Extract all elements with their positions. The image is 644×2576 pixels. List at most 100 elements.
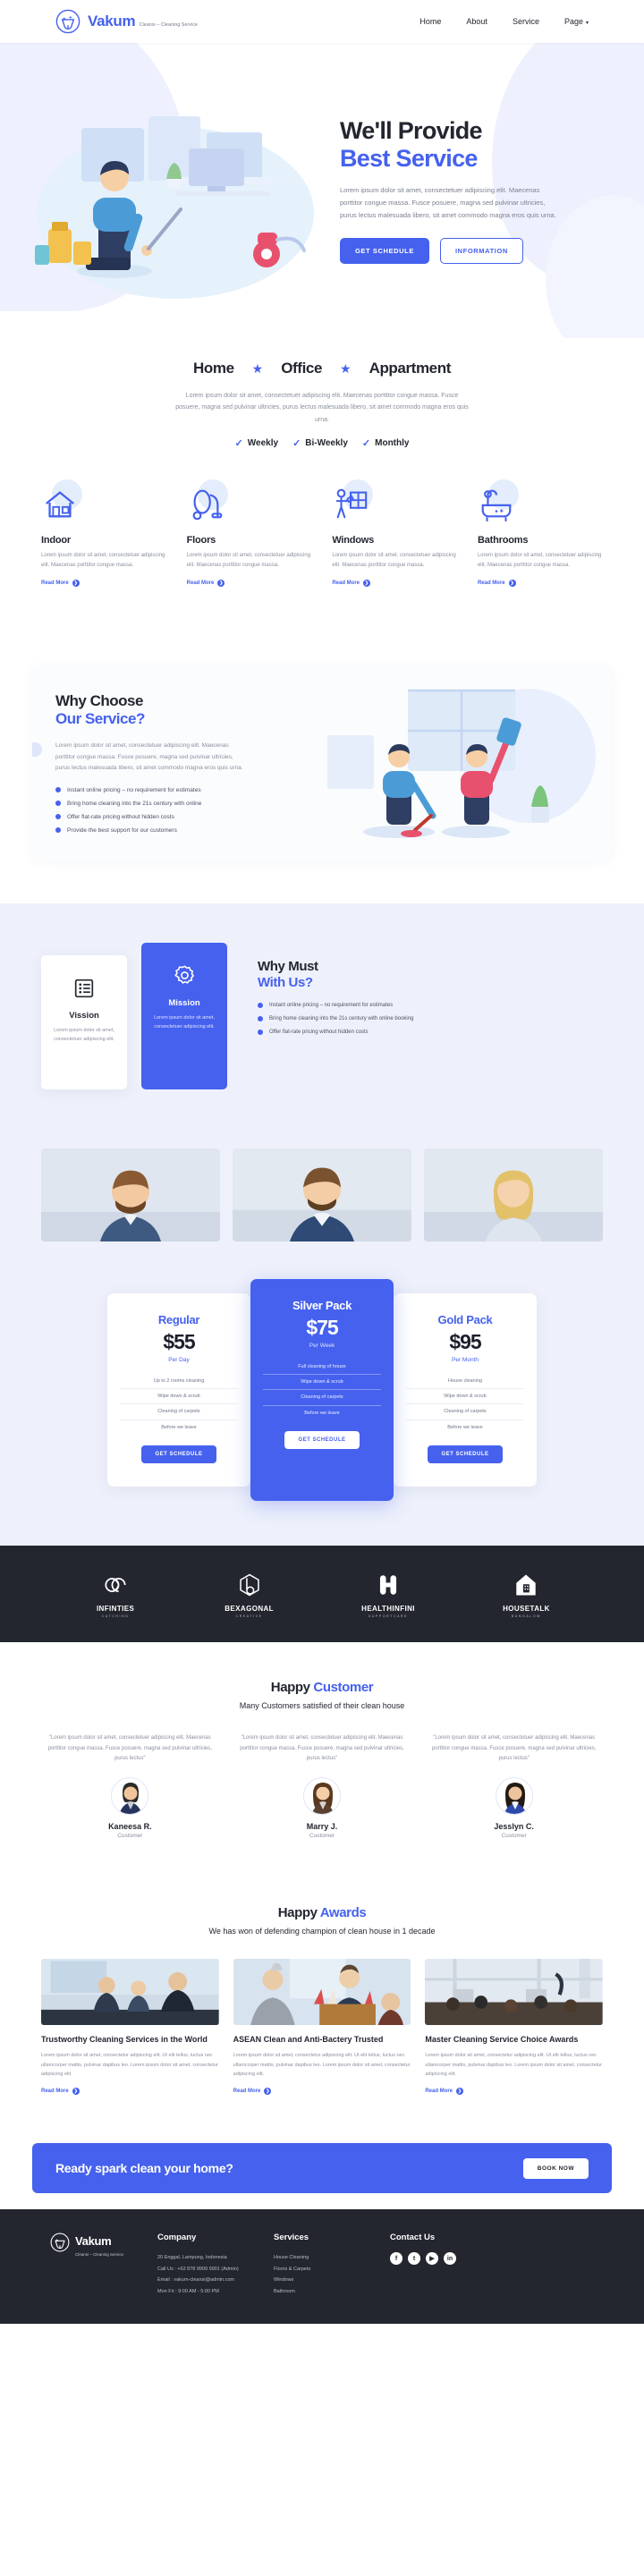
frequency-monthly[interactable]: ✓ Monthly	[362, 437, 410, 449]
plan-feature: Cleaning of carpets	[120, 1404, 238, 1420]
service-card-desc: Lorem ipsum dolor sit amet, consectetuer…	[477, 552, 602, 568]
plan-period: Per Month	[452, 1356, 479, 1363]
footer-service-link[interactable]: House Cleaning	[274, 2252, 390, 2263]
read-more-label: Read More	[477, 580, 505, 587]
pricing-card-gold[interactable]: Gold Pack $95 Per Month House cleaning W…	[394, 1292, 537, 1487]
brand-logo[interactable]: Vakum Cleansi – Cleaning Service	[55, 9, 198, 34]
tab-office[interactable]: Office	[281, 360, 322, 377]
read-more-label: Read More	[186, 580, 215, 587]
plan-schedule-button[interactable]: GET SCHEDULE	[428, 1445, 503, 1463]
vakum-logo-icon	[50, 2233, 70, 2257]
read-more-link[interactable]: Read More ❯	[41, 580, 166, 588]
main-navigation: Home About Service Page ▾	[419, 17, 589, 26]
service-card-desc: Lorem ipsum dolor sit amet, consectetuer…	[332, 552, 456, 568]
plan-schedule-button[interactable]: GET SCHEDULE	[141, 1445, 216, 1463]
arrow-right-icon: ❯	[363, 580, 370, 588]
mission-card[interactable]: Mission Lorem ipsum dolor sit amet, cons…	[141, 942, 227, 1089]
partner-subtitle: CATCHING	[101, 1614, 130, 1618]
get-schedule-button[interactable]: GET SCHEDULE	[340, 237, 429, 264]
tab-appartment[interactable]: Appartment	[369, 360, 452, 377]
tab-home[interactable]: Home	[193, 360, 234, 377]
bullet-icon	[55, 827, 61, 834]
twitter-icon[interactable]: t	[408, 2252, 420, 2266]
gear-icon	[150, 964, 218, 987]
plan-schedule-button[interactable]: GET SCHEDULE	[284, 1430, 360, 1449]
vision-mission-section: Vission Lorem ipsum dolor sit amet, cons…	[0, 902, 644, 1122]
read-more-link[interactable]: Read More ❯	[41, 2088, 219, 2096]
bullet-icon	[55, 814, 61, 820]
site-header: Vakum Cleansi – Cleaning Service Home Ab…	[0, 0, 644, 43]
award-card[interactable]: Trustworthy Cleaning Services in the Wor…	[41, 1958, 219, 2096]
why-choose-point-text: Bring home cleaning into the 21s century…	[67, 800, 202, 807]
frequency-biweekly-label: Bi-Weekly	[305, 437, 348, 448]
plan-feature: Full cleaning of house	[263, 1360, 381, 1376]
read-more-label: Read More	[425, 2089, 453, 2095]
partner-name: INFINTIES	[96, 1604, 135, 1613]
frequency-weekly-label: Weekly	[247, 437, 279, 448]
footer-service-link[interactable]: Floors & Carpets	[274, 2264, 390, 2275]
why-choose-point-text: Instant online pricing – no requirement …	[67, 786, 201, 793]
infinity-icon	[94, 1570, 137, 1600]
service-card-windows[interactable]: Windows Lorem ipsum dolor sit amet, cons…	[332, 479, 457, 588]
nav-item-service[interactable]: Service	[513, 17, 539, 26]
footer-service-link[interactable]: Windows	[274, 2275, 390, 2285]
house-p-icon	[503, 1570, 550, 1600]
check-icon: ✓	[234, 437, 243, 449]
pricing-card-regular[interactable]: Regular $55 Per Day Up to 2 rooms cleani…	[107, 1292, 250, 1487]
testimonials-title: Happy Customer	[0, 1680, 644, 1695]
footer-contact-heading: Contact Us	[390, 2233, 436, 2243]
mission-card-title: Mission	[168, 997, 200, 1008]
avatar	[303, 1776, 341, 1815]
plan-price: $95	[449, 1329, 481, 1353]
why-choose-point-text: Provide the best support for our custome…	[67, 826, 177, 834]
plan-period: Per Week	[309, 1342, 335, 1349]
nav-item-home[interactable]: Home	[419, 17, 441, 26]
partner-name: HOUSETALK	[503, 1604, 550, 1613]
plan-feature: Wipe down & scrub	[120, 1389, 238, 1405]
nav-item-about[interactable]: About	[466, 17, 487, 26]
plan-feature: Wipe down & scrub	[263, 1375, 381, 1391]
service-card-indoor[interactable]: Indoor Lorem ipsum dolor sit amet, conse…	[41, 479, 166, 588]
why-choose-point-text: Offer flat-rate pricing without hidden c…	[67, 813, 174, 820]
bullet-icon	[258, 1029, 263, 1035]
service-card-title: Floors	[186, 534, 216, 546]
award-desc: Lorem ipsum dolor sit amet, consectetur …	[233, 2053, 411, 2077]
plan-feature: Before we leave	[161, 1424, 197, 1430]
award-card[interactable]: ASEAN Clean and Anti-Bactery Trusted Lor…	[233, 1958, 411, 2096]
frequency-weekly[interactable]: ✓ Weekly	[235, 437, 279, 449]
award-title: Trustworthy Cleaning Services in the Wor…	[41, 2034, 208, 2044]
service-card-floors[interactable]: Floors Lorem ipsum dolor sit amet, conse…	[186, 479, 312, 588]
footer-brand: Vakum Cleansi – Cleaning Service	[50, 2233, 157, 2297]
medical-cross-icon	[361, 1570, 415, 1600]
read-more-link[interactable]: Read More ❯	[425, 2088, 603, 2096]
book-now-button[interactable]: BOOK NOW	[522, 2157, 589, 2179]
awards-title: Happy Awards	[0, 1905, 644, 1920]
bathtub-icon	[478, 479, 524, 526]
read-more-link[interactable]: Read More ❯	[186, 580, 312, 588]
bullet-icon	[258, 1002, 263, 1008]
youtube-icon[interactable]: ▶	[426, 2252, 438, 2266]
read-more-link[interactable]: Read More ❯	[233, 2088, 411, 2096]
information-button[interactable]: INFORMATION	[439, 237, 523, 264]
plan-feature: Cleaning of carpets	[406, 1404, 524, 1420]
why-must-title-line2: With Us?	[258, 974, 313, 990]
service-card-bathrooms[interactable]: Bathrooms Lorem ipsum dolor sit amet, co…	[477, 479, 603, 588]
linkedin-icon[interactable]: in	[444, 2252, 456, 2266]
award-image	[425, 1958, 604, 2025]
hero-description: Lorem ipsum dolor sit amet, consectetuer…	[340, 185, 556, 219]
vacuum-icon	[187, 479, 233, 526]
brand-tagline: Cleansi – Cleaning Service	[139, 21, 198, 28]
nav-item-page[interactable]: Page ▾	[564, 17, 589, 26]
cta-title: Ready spark clean your home?	[55, 2161, 233, 2176]
vision-card[interactable]: Vission Lorem ipsum dolor sit amet, cons…	[41, 954, 127, 1089]
award-card[interactable]: Master Cleaning Service Choice Awards Lo…	[425, 1958, 604, 2096]
frequency-options: ✓ Weekly ✓ Bi-Weekly ✓ Monthly	[0, 437, 644, 449]
read-more-link[interactable]: Read More ❯	[477, 580, 603, 588]
facebook-icon[interactable]: f	[390, 2252, 402, 2266]
read-more-link[interactable]: Read More ❯	[332, 580, 457, 588]
footer-service-link[interactable]: Bathroom	[274, 2286, 390, 2297]
frequency-biweekly[interactable]: ✓ Bi-Weekly	[292, 437, 348, 449]
plan-feature: Wipe down & scrub	[406, 1389, 524, 1405]
testimonial-role: Customer	[117, 1832, 143, 1839]
pricing-card-silver[interactable]: Silver Pack $75 Per Week Full cleaning o…	[250, 1278, 394, 1501]
